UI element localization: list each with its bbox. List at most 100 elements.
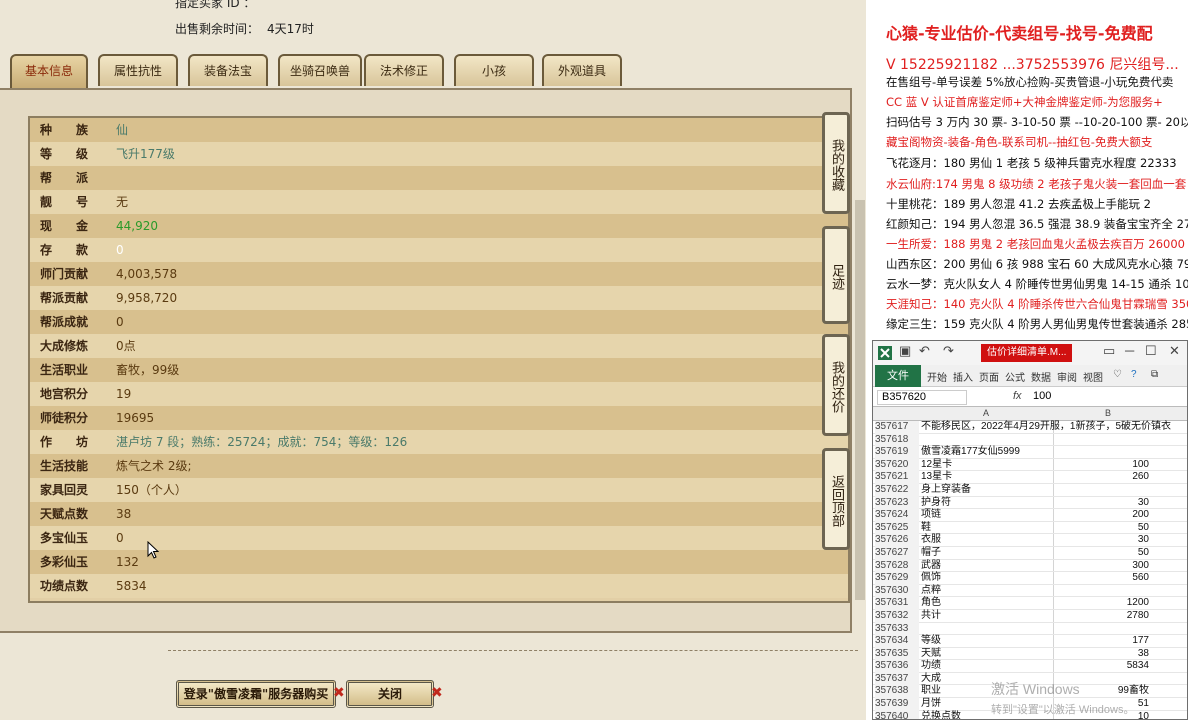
sheet-row: 357618	[873, 433, 1187, 447]
cell-a[interactable]: 帽子	[921, 547, 941, 560]
cell-a[interactable]: 护身符	[921, 497, 951, 510]
cell-a[interactable]: 共计	[921, 610, 941, 623]
cell-a[interactable]: 天赋	[921, 648, 941, 661]
cell-a[interactable]: 不能移民区，2022年4月29开服，1新孩子，5破无价镇衣	[921, 421, 1171, 434]
sheet-row: 357627 帽子 50	[873, 546, 1187, 560]
ribbon-tab-insert[interactable]: 插入	[953, 369, 973, 384]
cell-a[interactable]: 月饼	[921, 698, 941, 711]
ribbon-display-icon[interactable]: ▭	[1103, 343, 1115, 359]
cell-a[interactable]: 傲雪凌霜177女仙5999	[921, 446, 1020, 459]
back-to-top-button[interactable]: 返回顶部	[822, 448, 850, 550]
my-bargain-button[interactable]: 我的还价	[822, 334, 850, 436]
login-buy-button[interactable]: 登录"傲雪凌霜"服务器购买	[176, 680, 336, 708]
help-icon[interactable]: ?	[1131, 369, 1137, 380]
cell-b[interactable]: 300	[1053, 560, 1149, 573]
row-value: 44,920	[116, 219, 158, 233]
cell-b[interactable]: 260	[1053, 471, 1149, 484]
row-key: 天赋点数	[40, 507, 89, 521]
row-number: 357617	[875, 421, 919, 434]
save-icon[interactable]: ▣	[899, 343, 911, 359]
sheet-row: 357623 护身符 30	[873, 496, 1187, 510]
cell-b[interactable]: 30	[1053, 497, 1149, 510]
share-icon[interactable]: ⧉	[1151, 369, 1158, 380]
ribbon-tab-formulas[interactable]: 公式	[1005, 369, 1025, 384]
minimize-icon[interactable]: ─	[1125, 343, 1134, 358]
cell-a[interactable]: 点粹	[921, 585, 941, 598]
tab-basic-info[interactable]: 基本信息	[10, 54, 88, 88]
ribbon-tab-review[interactable]: 审阅	[1057, 369, 1077, 384]
cell-a[interactable]: 项链	[921, 509, 941, 522]
footprint-button[interactable]: 足迹	[822, 226, 850, 324]
tab-appearance[interactable]: 外观道具	[542, 54, 622, 86]
cell-a[interactable]: 等级	[921, 635, 941, 648]
tab-equipment[interactable]: 装备法宝	[188, 54, 268, 86]
undo-icon[interactable]: ↶	[919, 343, 930, 359]
sheet-row: 357622 身上穿装备	[873, 483, 1187, 497]
row-key: 作 坊	[40, 435, 89, 449]
table-row: 作 坊 湛卢坊 7 段；熟练：25724；成就：754；等级：126	[30, 430, 848, 454]
cell-a[interactable]: 角色	[921, 597, 941, 610]
cell-b[interactable]: 5834	[1053, 660, 1149, 673]
close-button[interactable]: 关闭	[346, 680, 434, 708]
cell-a[interactable]: 兑换点数	[921, 711, 961, 719]
redo-icon[interactable]: ↷	[943, 343, 954, 359]
ribbon-tab-home[interactable]: 开始	[927, 369, 947, 384]
name-box[interactable]: B357620	[877, 390, 967, 405]
table-row: 师徒积分 19695	[30, 406, 848, 430]
cell-b[interactable]: 100	[1053, 459, 1149, 472]
cell-b[interactable]: 30	[1053, 534, 1149, 547]
row-value: 湛卢坊 7 段；熟练：25724；成就：754；等级：126	[116, 435, 408, 449]
ad-line: 天涯知己：140 克火队 4 阶睡杀传世六合仙鬼甘霖瑞雪 3500	[886, 297, 1188, 311]
tab-spell-correction[interactable]: 法术修正	[364, 54, 444, 86]
my-favorites-button[interactable]: 我的收藏	[822, 112, 850, 214]
cell-a[interactable]: 武器	[921, 560, 941, 573]
formula-input[interactable]: 100	[1033, 390, 1051, 402]
row-number: 357618	[875, 433, 919, 447]
column-header-b[interactable]: B	[1105, 408, 1111, 418]
row-key: 种 族	[40, 123, 89, 137]
cell-a[interactable]: 功绩	[921, 660, 941, 673]
column-header-a[interactable]: A	[983, 408, 989, 418]
cell-a[interactable]: 大成	[921, 673, 941, 686]
tab-children[interactable]: 小孩	[454, 54, 534, 86]
ribbon-tab-layout[interactable]: 页面	[979, 369, 999, 384]
cell-b[interactable]: 50	[1053, 547, 1149, 560]
cell-a[interactable]: 12星卡	[921, 459, 952, 472]
cell-b[interactable]: 200	[1053, 509, 1149, 522]
ad-line: CC 蓝 V 认证首席鉴定师+大神金牌鉴定师-为您服务+	[886, 95, 1163, 109]
tab-mounts-pets[interactable]: 坐骑召唤兽	[278, 54, 362, 86]
table-row: 师门贡献 4,003,578	[30, 262, 848, 286]
cell-b[interactable]: 38	[1053, 648, 1149, 661]
close-icon[interactable]: ✕	[1169, 343, 1180, 359]
cell-b[interactable]: 177	[1053, 635, 1149, 648]
cell-a[interactable]: 13星卡	[921, 471, 952, 484]
cell-b[interactable]: 560	[1053, 572, 1149, 585]
cell-a[interactable]: 鞋	[921, 522, 931, 535]
tab-attributes[interactable]: 属性抗性	[98, 54, 178, 86]
cell-a[interactable]: 佩饰	[921, 572, 941, 585]
cell-a[interactable]: 身上穿装备	[921, 484, 971, 497]
cell-a[interactable]: 衣服	[921, 534, 941, 547]
scrollbar[interactable]	[855, 200, 865, 600]
row-number: 357620	[875, 458, 919, 472]
row-key: 等 级	[40, 147, 89, 161]
lightbulb-icon[interactable]: ♡	[1113, 369, 1122, 380]
table-row: 家具回灵 150（个人）	[30, 478, 848, 502]
ribbon-tab-data[interactable]: 数据	[1031, 369, 1051, 384]
fx-icon[interactable]: fx	[1013, 390, 1022, 402]
cell-b[interactable]: 2780	[1053, 610, 1149, 623]
row-number: 357640	[875, 710, 919, 719]
ad-line: V 15225921182 ...3752553976 尼兴组号...	[886, 57, 1179, 73]
row-key: 大成修炼	[40, 339, 89, 353]
ribbon-file-tab[interactable]: 文件	[875, 365, 921, 387]
row-number: 357631	[875, 597, 919, 610]
maximize-icon[interactable]: ☐	[1145, 343, 1157, 359]
row-number: 357632	[875, 609, 919, 623]
cell-b[interactable]: 50	[1053, 522, 1149, 535]
row-key: 生活技能	[40, 459, 89, 473]
row-key: 现 金	[40, 219, 89, 233]
cell-b[interactable]: 1200	[1053, 597, 1149, 610]
cell-a[interactable]: 职业	[921, 685, 941, 698]
ribbon-tab-view[interactable]: 视图	[1083, 369, 1103, 384]
row-key: 帮 派	[40, 171, 89, 185]
